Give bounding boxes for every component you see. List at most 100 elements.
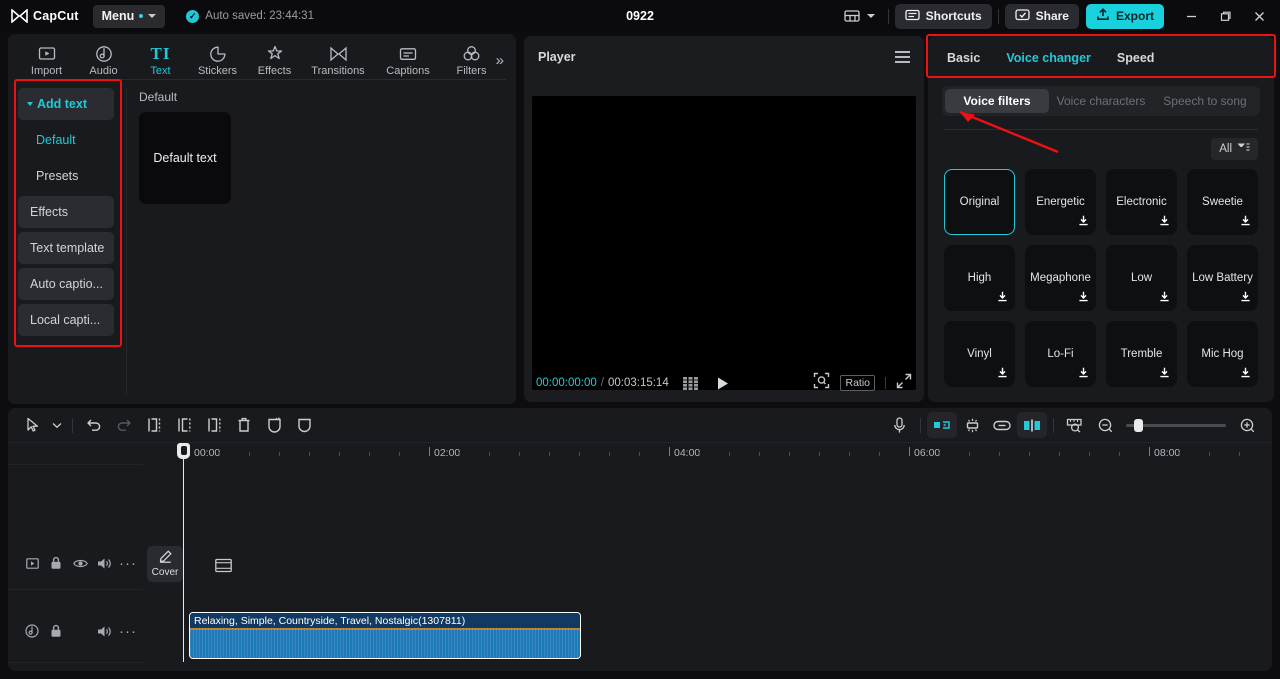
stabilize-icon[interactable]	[957, 412, 987, 438]
mirror-icon[interactable]	[927, 412, 957, 438]
download-icon[interactable]	[1240, 367, 1251, 382]
snap-icon[interactable]	[1017, 412, 1047, 438]
zoom-out-icon[interactable]	[1090, 412, 1120, 438]
audio-track-icon[interactable]	[20, 620, 44, 642]
voice-filter-tremble[interactable]: Tremble	[1106, 321, 1177, 387]
nav-item-label: Local capti...	[30, 313, 101, 327]
tool-tab-stickers[interactable]: Stickers	[189, 44, 246, 80]
default-text-thumbnail[interactable]: Default text	[139, 112, 231, 204]
tool-tab-transitions[interactable]: Transitions	[303, 44, 373, 80]
trim-right-icon[interactable]	[199, 412, 229, 438]
cover-button[interactable]: Cover	[147, 546, 183, 582]
tool-tab-import[interactable]: Import	[18, 44, 75, 80]
voice-filter-lofi[interactable]: Lo-Fi	[1025, 321, 1096, 387]
segment-speech-to-song[interactable]: Speech to song	[1153, 89, 1257, 113]
timecode-separator: /	[600, 377, 604, 389]
nav-item-auto-captions[interactable]: Auto captio...	[18, 268, 114, 300]
frames-icon[interactable]	[682, 376, 702, 390]
segment-voice-filters[interactable]: Voice filters	[945, 89, 1049, 113]
playhead[interactable]	[177, 443, 190, 662]
voice-filter-sweetie[interactable]: Sweetie	[1187, 169, 1258, 235]
nav-item-presets[interactable]: Presets	[18, 160, 114, 192]
video-track-icon[interactable]	[20, 552, 44, 574]
volume-icon[interactable]	[92, 552, 116, 574]
menu-button[interactable]: Menu	[92, 4, 166, 28]
lock-icon[interactable]	[44, 552, 68, 574]
download-icon[interactable]	[1078, 215, 1089, 230]
crop-preview-icon[interactable]	[813, 372, 830, 394]
export-button[interactable]: Export	[1085, 3, 1164, 29]
download-icon[interactable]	[1159, 215, 1170, 230]
nav-item-text-template[interactable]: Text template	[18, 232, 114, 264]
voice-filter-high[interactable]: High	[944, 245, 1015, 311]
voice-filter-mic-hog[interactable]: Mic Hog	[1187, 321, 1258, 387]
zoom-slider[interactable]	[1126, 418, 1226, 432]
close-icon[interactable]	[1242, 0, 1276, 32]
volume-icon[interactable]	[92, 620, 116, 642]
tab-basic[interactable]: Basic	[947, 51, 980, 65]
voice-filter-original[interactable]: Original	[944, 169, 1015, 235]
download-icon[interactable]	[1078, 291, 1089, 306]
nav-item-effects[interactable]: Effects	[18, 196, 114, 228]
download-icon[interactable]	[997, 367, 1008, 382]
video-clip-placeholder[interactable]	[211, 554, 235, 576]
playhead-handle[interactable]	[177, 443, 190, 459]
voice-filter-energetic[interactable]: Energetic	[1025, 169, 1096, 235]
download-icon[interactable]	[1240, 215, 1251, 230]
layout-grid-icon[interactable]	[837, 4, 882, 28]
tool-tab-audio[interactable]: Audio	[75, 44, 132, 80]
voice-filter-low[interactable]: Low	[1106, 245, 1177, 311]
link-icon[interactable]	[987, 412, 1017, 438]
captions-icon	[399, 44, 417, 63]
download-icon[interactable]	[1159, 291, 1170, 306]
play-icon[interactable]	[716, 376, 730, 391]
nav-item-add-text[interactable]: Add text	[18, 88, 114, 120]
select-tool-icon[interactable]	[18, 412, 48, 438]
tool-tab-text[interactable]: TI Text	[132, 44, 189, 80]
voice-filter-low-battery[interactable]: Low Battery	[1187, 245, 1258, 311]
segment-voice-characters[interactable]: Voice characters	[1049, 89, 1153, 113]
shortcuts-button[interactable]: Shortcuts	[894, 3, 992, 29]
player-preview-stage[interactable]	[532, 96, 916, 390]
zoom-in-icon[interactable]	[1232, 412, 1262, 438]
select-dropdown-icon[interactable]	[48, 412, 66, 438]
split-icon[interactable]	[139, 412, 169, 438]
freeze-icon[interactable]	[259, 412, 289, 438]
tool-tab-filters[interactable]: Filters	[443, 44, 500, 80]
maximize-icon[interactable]	[1208, 0, 1242, 32]
voice-filter-megaphone[interactable]: Megaphone	[1025, 245, 1096, 311]
more-tools-icon[interactable]: »	[496, 52, 504, 69]
eye-icon[interactable]	[68, 552, 92, 574]
audio-clip[interactable]: Relaxing, Simple, Countryside, Travel, N…	[189, 612, 581, 659]
download-icon[interactable]	[1159, 367, 1170, 382]
ruler-zoom-icon[interactable]	[1060, 412, 1090, 438]
tool-tab-captions[interactable]: Captions	[373, 44, 443, 80]
tab-voice-changer[interactable]: Voice changer	[1006, 51, 1091, 65]
voice-filter-electronic[interactable]: Electronic	[1106, 169, 1177, 235]
redo-icon[interactable]	[109, 412, 139, 438]
delete-icon[interactable]	[229, 412, 259, 438]
minimize-icon[interactable]	[1174, 0, 1208, 32]
more-icon[interactable]: ···	[116, 620, 140, 642]
download-icon[interactable]	[1078, 367, 1089, 382]
download-icon[interactable]	[997, 291, 1008, 306]
record-voiceover-icon[interactable]	[884, 412, 914, 438]
nav-item-default[interactable]: Default	[18, 124, 114, 156]
timeline-ruler[interactable]: 00:00 02:00 04:00 06:00 08:00	[8, 442, 1272, 662]
share-button[interactable]: Share	[1004, 3, 1079, 29]
lock-icon[interactable]	[44, 620, 68, 642]
all-filter-button[interactable]: All	[1211, 138, 1258, 160]
mask-icon[interactable]	[289, 412, 319, 438]
fullscreen-icon[interactable]	[896, 373, 912, 394]
tab-speed[interactable]: Speed	[1117, 51, 1155, 65]
download-icon[interactable]	[1240, 291, 1251, 306]
voice-filter-vinyl[interactable]: Vinyl	[944, 321, 1015, 387]
trim-left-icon[interactable]	[169, 412, 199, 438]
nav-item-local-captions[interactable]: Local capti...	[18, 304, 114, 336]
zoom-slider-handle[interactable]	[1134, 418, 1143, 432]
ratio-button[interactable]: Ratio	[840, 375, 875, 391]
undo-icon[interactable]	[79, 412, 109, 438]
more-icon[interactable]: ···	[116, 552, 140, 574]
tool-tab-effects[interactable]: Effects	[246, 44, 303, 80]
player-menu-icon[interactable]	[895, 51, 910, 63]
